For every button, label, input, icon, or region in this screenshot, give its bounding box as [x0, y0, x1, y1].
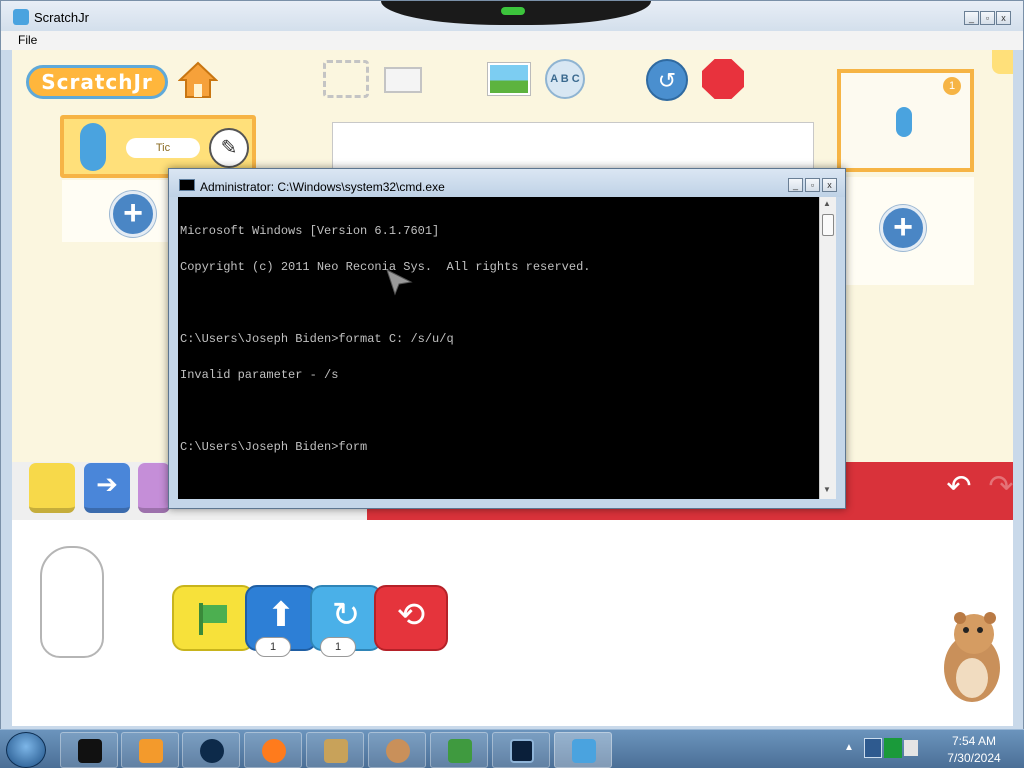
- looks-category[interactable]: [138, 463, 170, 513]
- cmd-scrollbar[interactable]: ▲ ▼: [819, 197, 836, 499]
- media-player-icon: [139, 739, 163, 763]
- stop-icon[interactable]: [702, 59, 744, 99]
- start-button[interactable]: [6, 732, 46, 768]
- taskbar-hamster-app[interactable]: [368, 732, 426, 768]
- console-prompt-line: C:\Users\Joseph Biden>form: [180, 440, 368, 454]
- corner-tab[interactable]: [992, 50, 1013, 74]
- console-text: Microsoft Windows [Version 6.1.7601] Cop…: [180, 201, 816, 477]
- maximize-button[interactable]: ▫: [980, 11, 995, 25]
- taskbar-cmd-app[interactable]: [492, 732, 550, 768]
- menu-file[interactable]: File: [18, 33, 37, 47]
- motion-category[interactable]: ➔: [84, 463, 130, 513]
- taskbar-box-app[interactable]: [306, 732, 364, 768]
- console-line: Microsoft Windows [Version 6.1.7601]: [180, 224, 440, 238]
- tray-icons[interactable]: [864, 738, 920, 760]
- webcam-light: [501, 7, 525, 15]
- console-output[interactable]: Microsoft Windows [Version 6.1.7601] Cop…: [178, 197, 819, 499]
- cmd-close-button[interactable]: x: [822, 178, 837, 192]
- scratchjr-taskbar-icon: [572, 739, 596, 763]
- reset-characters-icon[interactable]: ↺: [646, 59, 688, 101]
- cmd-maximize-button[interactable]: ▫: [805, 178, 820, 192]
- network-icon[interactable]: [864, 738, 882, 758]
- console-line: Invalid parameter - /s: [180, 368, 339, 382]
- minimize-button[interactable]: _: [964, 11, 979, 25]
- volume-icon[interactable]: [904, 740, 918, 756]
- sprite-outline: [40, 546, 104, 658]
- undo-icon[interactable]: ↶: [942, 470, 976, 504]
- add-text-icon[interactable]: A B C: [545, 59, 585, 99]
- desktop: ScratchJr _ ▫ x File ScratchJr A B C ↺ 1…: [0, 0, 1024, 768]
- window-title: ScratchJr: [34, 10, 89, 25]
- tray-expand-icon[interactable]: ▲: [844, 742, 854, 753]
- green-flag-block[interactable]: [172, 585, 254, 651]
- scratchjr-logo: ScratchJr: [26, 65, 168, 99]
- globe-icon: [200, 739, 224, 763]
- add-page-button[interactable]: +: [880, 205, 926, 251]
- mouse-cursor-icon: [386, 269, 413, 296]
- monitor-icon[interactable]: [884, 738, 902, 758]
- taskbar-firefox[interactable]: [244, 732, 302, 768]
- clock-time[interactable]: 7:54 AM: [930, 734, 1018, 748]
- turn-count[interactable]: 1: [320, 637, 356, 657]
- console-icon: [179, 179, 195, 191]
- page-thumbnail[interactable]: 1: [837, 69, 974, 172]
- fullscreen-icon[interactable]: [323, 60, 369, 98]
- checklist-icon: [448, 739, 472, 763]
- terminal-app-icon: [78, 739, 102, 763]
- page-thumb-sprite: [896, 107, 912, 137]
- page-number-badge: 1: [943, 77, 961, 95]
- repeat-forever-block[interactable]: ⟲: [374, 585, 448, 651]
- hamster-desktop-pet[interactable]: [936, 608, 1008, 704]
- close-button[interactable]: x: [996, 11, 1011, 25]
- home-icon[interactable]: [178, 60, 218, 100]
- system-tray: ▲ 7:54 AM 7/30/2024: [844, 730, 1024, 768]
- scratchjr-app-icon: [13, 9, 29, 25]
- taskbar-scratchjr-app[interactable]: [554, 732, 612, 768]
- script-area[interactable]: [12, 520, 1013, 726]
- move-up-count[interactable]: 1: [255, 637, 291, 657]
- background-icon[interactable]: [488, 63, 530, 95]
- clock-date[interactable]: 7/30/2024: [930, 751, 1018, 765]
- cmd-minimize-button[interactable]: _: [788, 178, 803, 192]
- hamster-icon: [386, 739, 410, 763]
- green-flag-icon: [199, 603, 227, 635]
- box-app-icon: [324, 739, 348, 763]
- firefox-icon: [262, 739, 286, 763]
- triggering-category[interactable]: [29, 463, 75, 513]
- redo-icon[interactable]: ↷: [984, 470, 1013, 504]
- scroll-up-icon[interactable]: ▲: [823, 199, 831, 208]
- console-line: C:\Users\Joseph Biden>format C: /s/u/q: [180, 332, 454, 346]
- cmd-titlebar[interactable]: Administrator: C:\Windows\system32\cmd.e…: [169, 169, 845, 197]
- cmd-window-title: Administrator: C:\Windows\system32\cmd.e…: [200, 180, 445, 194]
- taskbar: ▲ 7:54 AM 7/30/2024: [0, 729, 1024, 768]
- stage[interactable]: [332, 122, 814, 170]
- taskbar-globe-app[interactable]: [182, 732, 240, 768]
- taskbar-checklist-app[interactable]: [430, 732, 488, 768]
- taskbar-terminal-app[interactable]: [60, 732, 118, 768]
- scroll-thumb[interactable]: [822, 214, 834, 236]
- menu-bar: File: [1, 31, 1023, 50]
- cmd-window: Administrator: C:\Windows\system32\cmd.e…: [168, 168, 846, 509]
- scroll-down-icon[interactable]: ▼: [823, 485, 831, 494]
- grid-icon[interactable]: [384, 67, 422, 93]
- sprite-thumbnail: [80, 123, 106, 171]
- paint-brush-icon[interactable]: ✎: [209, 128, 249, 168]
- taskbar-media-player[interactable]: [121, 732, 179, 768]
- add-sprite-button[interactable]: +: [110, 191, 156, 237]
- sprite-name[interactable]: Tic: [126, 138, 200, 158]
- console-line: Copyright (c) 2011 Neo Reconia Sys. All …: [180, 260, 591, 274]
- cmd-app-icon: [510, 739, 534, 763]
